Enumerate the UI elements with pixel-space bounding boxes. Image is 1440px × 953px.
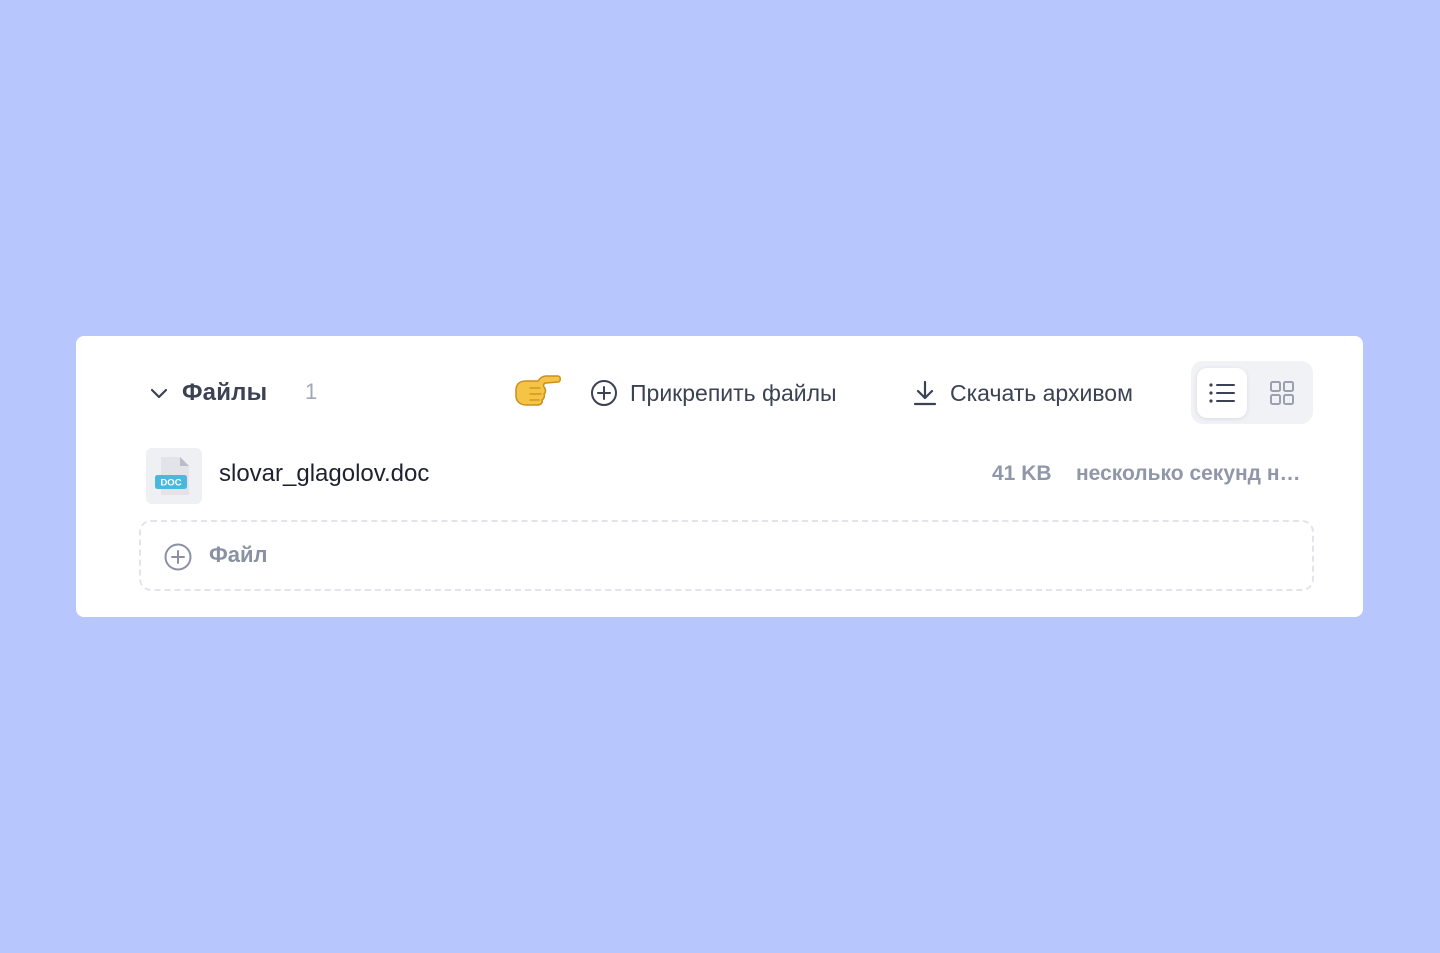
pointing-hand-icon <box>515 375 561 406</box>
file-row[interactable]: DOC slovar_glagolov.doc 41 KB несколько … <box>146 448 1306 504</box>
grid-icon <box>1270 381 1294 405</box>
plus-circle-icon <box>164 543 192 571</box>
view-mode-switch <box>1191 361 1313 424</box>
files-header: Файлы 1 Прикрепить файлы Скачать архивом <box>76 336 1363 448</box>
attach-files-button[interactable]: Прикрепить файлы <box>590 376 837 410</box>
list-view-button[interactable] <box>1197 368 1247 418</box>
section-title: Файлы <box>182 379 268 406</box>
plus-circle-icon <box>591 380 617 406</box>
download-archive-label: Скачать архивом <box>950 379 1133 406</box>
chevron-down-icon <box>150 388 168 399</box>
add-file-label: Файл <box>209 542 268 567</box>
file-uploaded-time: несколько секунд назад <box>1076 462 1304 485</box>
files-panel: Файлы 1 Прикрепить файлы Скачать архивом <box>76 336 1363 617</box>
doc-file-icon: DOC <box>155 457 189 495</box>
file-name[interactable]: slovar_glagolov.doc <box>219 460 429 488</box>
list-icon <box>1209 383 1235 403</box>
attach-files-label: Прикрепить файлы <box>630 379 837 406</box>
grid-view-button[interactable] <box>1257 368 1307 418</box>
files-count: 1 <box>305 379 318 404</box>
collapse-toggle[interactable]: Файлы <box>148 376 267 410</box>
file-size: 41 KB <box>992 462 1052 485</box>
doc-badge-text: DOC <box>160 478 181 489</box>
add-file-dropzone[interactable]: Файл <box>139 520 1314 591</box>
file-thumbnail: DOC <box>146 448 202 504</box>
download-archive-button[interactable]: Скачать архивом <box>912 376 1133 410</box>
download-icon <box>913 380 937 406</box>
